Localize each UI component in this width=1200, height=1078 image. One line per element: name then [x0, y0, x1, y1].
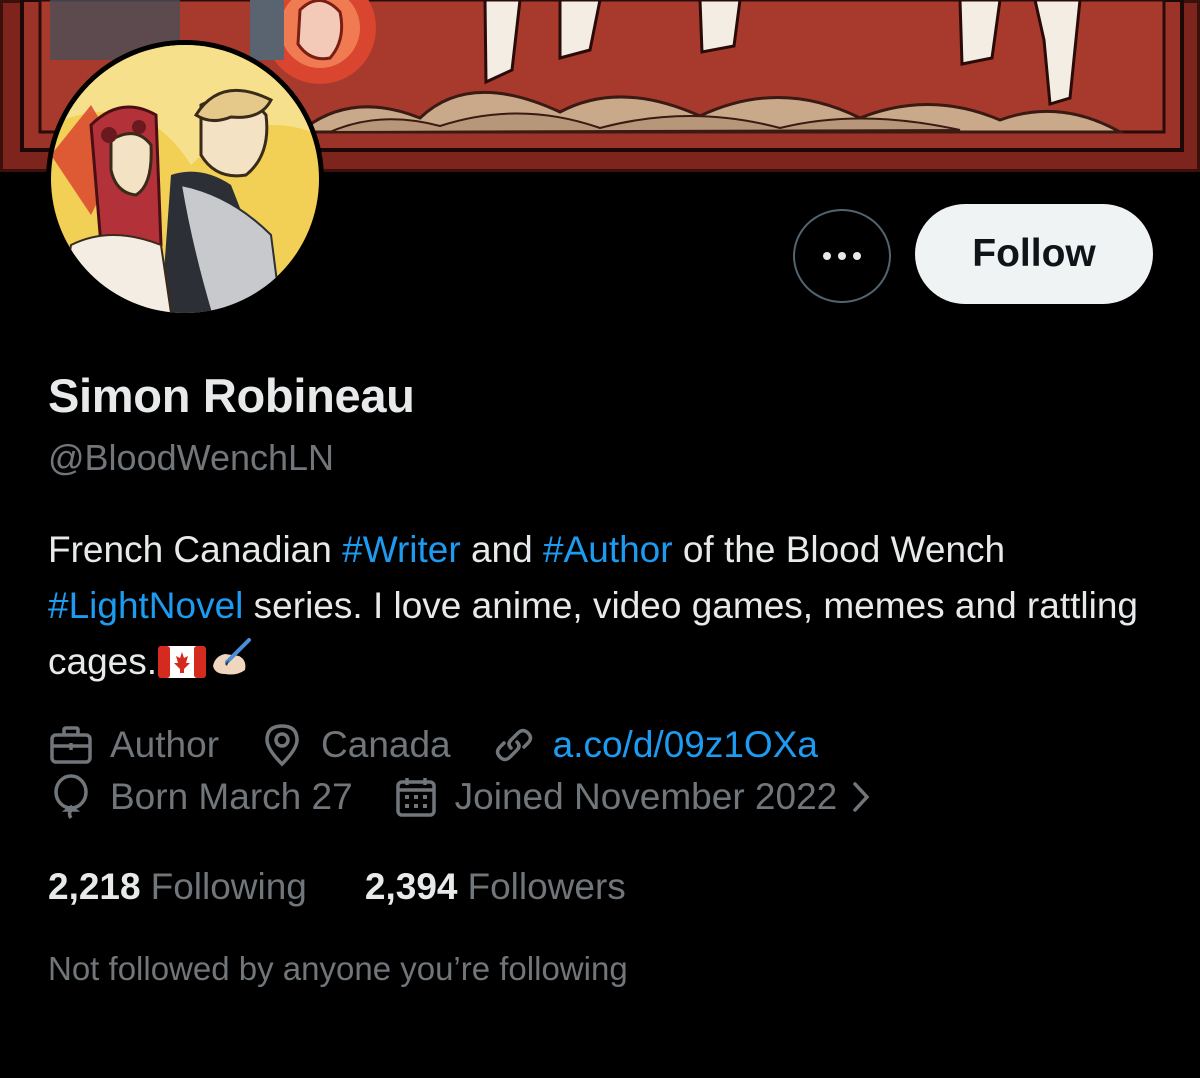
birthday-text: Born March 27	[110, 776, 353, 817]
canada-flag-emoji	[157, 640, 207, 696]
profile-bio: French Canadian #Writer and #Author of t…	[48, 522, 1158, 696]
profile-meta-row: Born March 27 Joined November 2022	[48, 774, 911, 820]
display-name: Simon Robineau	[48, 369, 415, 422]
bio-text: and	[460, 529, 543, 570]
follow-button[interactable]: Follow	[915, 204, 1153, 304]
following-count: 2,218	[48, 866, 141, 907]
more-horizontal-icon	[823, 252, 831, 260]
briefcase-icon	[48, 722, 94, 768]
balloon-icon	[48, 774, 94, 820]
chevron-right-icon	[851, 780, 871, 814]
profile-page: Follow Simon Robineau @BloodWenchLN Fren…	[0, 0, 1200, 1078]
joined-text: Joined November 2022	[454, 776, 838, 817]
bio-text: of the Blood Wench	[672, 529, 1006, 570]
more-dot	[853, 252, 861, 260]
hashtag-author-link[interactable]: #Author	[543, 529, 673, 570]
profession-item: Author	[48, 722, 219, 768]
followers-count: 2,394	[364, 866, 458, 907]
hashtag-lightnovel-link[interactable]: #LightNovel	[48, 585, 243, 626]
more-options-button[interactable]	[793, 209, 891, 303]
hashtag-writer-link[interactable]: #Writer	[342, 529, 461, 570]
link-icon	[491, 722, 537, 768]
followed-by-note: Not followed by anyone you’re following	[48, 950, 628, 987]
location-text: Canada	[321, 724, 451, 765]
website-item[interactable]: a.co/d/09z1OXa	[491, 722, 818, 768]
bio-text: French Canadian	[48, 529, 343, 570]
follow-stats: 2,218 Following 2,394 Followers	[48, 866, 684, 908]
website-link[interactable]: a.co/d/09z1OXa	[553, 724, 818, 766]
followers-stat-link[interactable]: 2,394 Followers	[365, 866, 626, 908]
location-pin-icon	[259, 722, 305, 768]
calendar-icon	[393, 774, 439, 820]
more-dot	[838, 252, 846, 260]
profile-meta-row: Author Canada a.co/d/09z1OXa	[48, 722, 858, 768]
user-handle: @BloodWenchLN	[48, 437, 335, 478]
profile-avatar[interactable]	[46, 40, 324, 318]
joined-item[interactable]: Joined November 2022	[393, 774, 872, 820]
following-label: Following	[150, 866, 307, 907]
location-item: Canada	[259, 722, 451, 768]
writing-hand-emoji	[207, 636, 253, 696]
following-stat-link[interactable]: 2,218 Following	[48, 866, 307, 908]
birthday-item: Born March 27	[48, 774, 353, 820]
followers-label: Followers	[467, 866, 626, 907]
profession-text: Author	[110, 724, 220, 765]
